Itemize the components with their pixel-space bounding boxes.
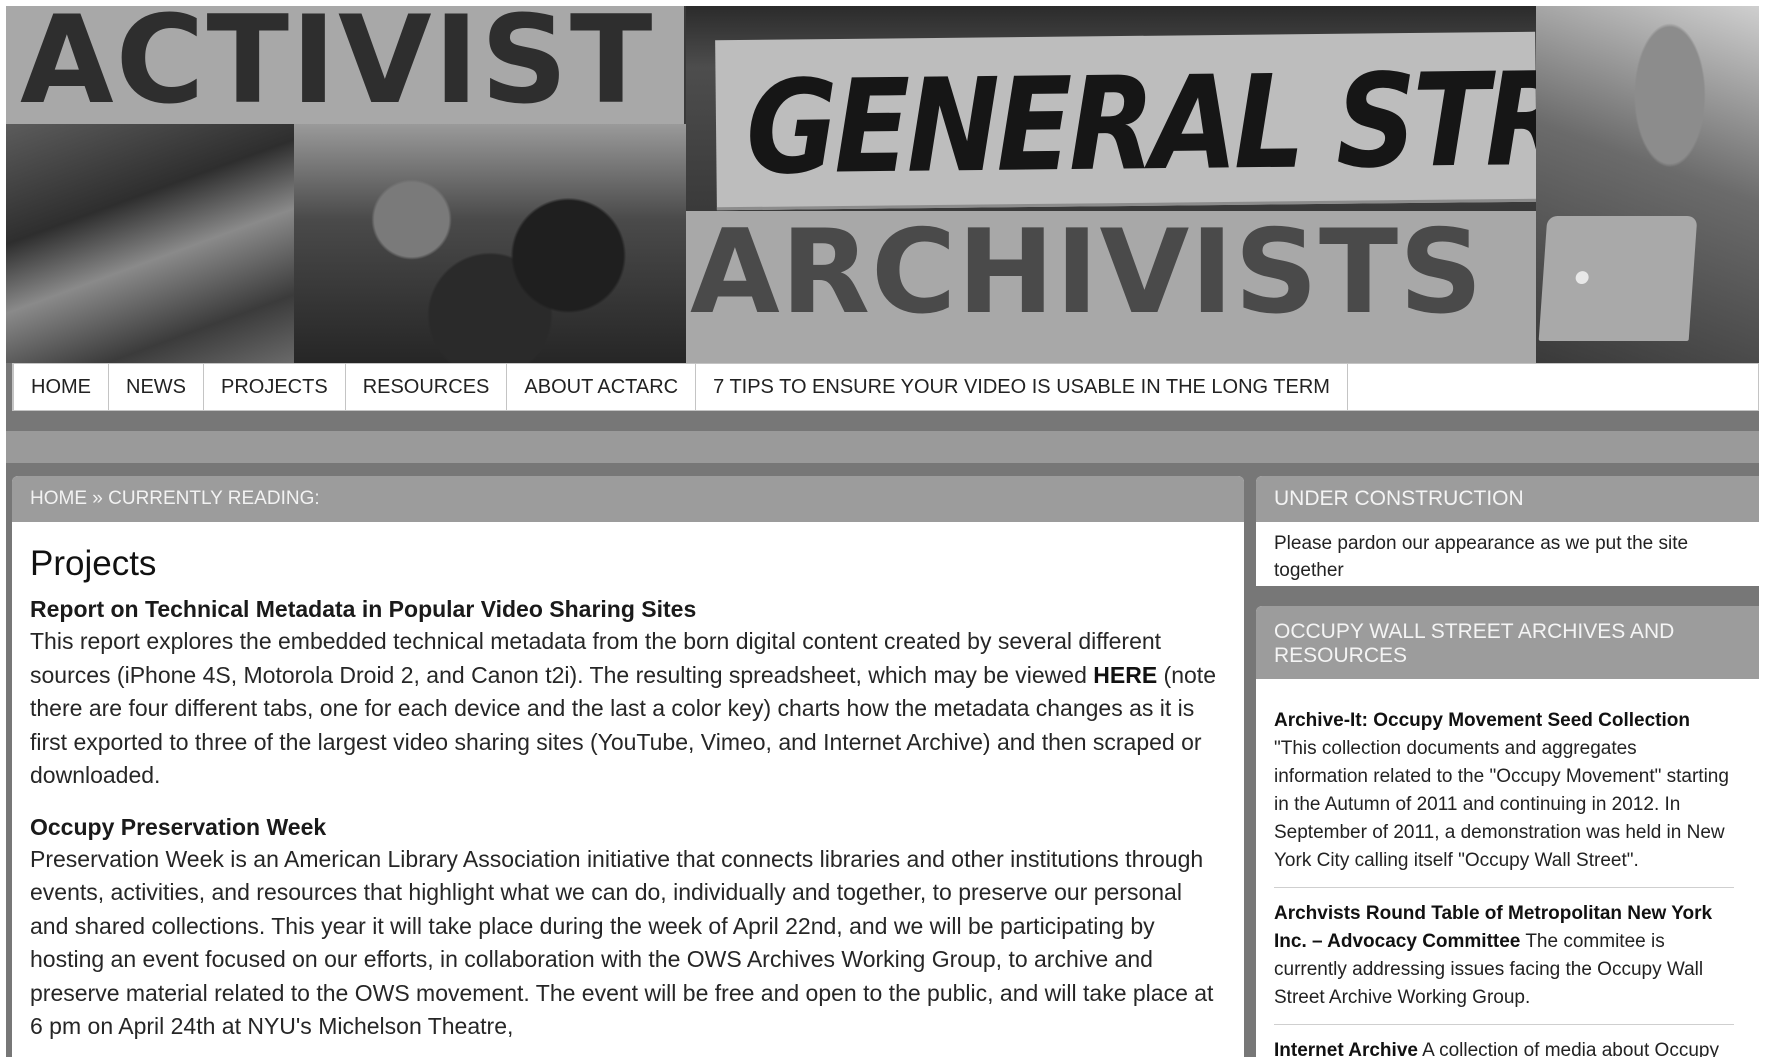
site-logo-activist-text: ACTIVIST bbox=[20, 6, 655, 131]
nav-item-projects[interactable]: PROJECTS bbox=[204, 364, 346, 410]
resource-link[interactable]: Internet Archive bbox=[1274, 1040, 1418, 1057]
main-content: HOME » CURRENTLY READING: Projects Repor… bbox=[12, 476, 1244, 1057]
resource-link[interactable]: Archive-It: Occupy Movement Seed Collect… bbox=[1274, 710, 1690, 731]
project-entry: Report on Technical Metadata in Popular … bbox=[30, 595, 1226, 792]
nav-item-video-tips[interactable]: 7 TIPS TO ENSURE YOUR VIDEO IS USABLE IN… bbox=[696, 364, 1348, 410]
project-description: Preservation Week is an American Library… bbox=[30, 845, 1214, 1040]
project-description: This report explores the embedded techni… bbox=[30, 625, 1226, 793]
resource-list: Archive-It: Occupy Movement Seed Collect… bbox=[1256, 679, 1759, 1057]
banner-photo-crowd bbox=[294, 124, 686, 363]
project-entry: Occupy Preservation Week Preservation We… bbox=[30, 813, 1226, 1044]
nav-item-news[interactable]: NEWS bbox=[109, 364, 204, 410]
nav-divider-strip bbox=[6, 431, 1759, 463]
nav-item-home[interactable]: HOME bbox=[13, 364, 109, 410]
article-body: Projects Report on Technical Metadata in… bbox=[12, 522, 1244, 1044]
site-logo-archivists: ARCHIVISTS bbox=[686, 211, 1536, 363]
site-logo-activist: ACTIVIST bbox=[6, 6, 684, 124]
under-construction-widget: UNDER CONSTRUCTION Please pardon our app… bbox=[1256, 476, 1759, 586]
project-title: Occupy Preservation Week bbox=[30, 813, 327, 840]
widget-text: Please pardon our appearance as we put t… bbox=[1274, 533, 1689, 581]
resource-description: "This collection documents and aggregate… bbox=[1274, 738, 1729, 871]
ows-resources-widget: OCCUPY WALL STREET ARCHIVES AND RESOURCE… bbox=[1256, 606, 1759, 1057]
breadcrumb-separator: » bbox=[87, 488, 109, 509]
here-link[interactable]: HERE bbox=[1093, 662, 1157, 688]
page-frame: GENERAL STRIKE! ACTIVIST ARCHIVISTS ● HO… bbox=[6, 6, 1759, 1057]
widget-title: UNDER CONSTRUCTION bbox=[1256, 476, 1759, 522]
nav-item-resources[interactable]: RESOURCES bbox=[346, 364, 508, 410]
list-item: Archive-It: Occupy Movement Seed Collect… bbox=[1274, 679, 1734, 888]
widget-title: OCCUPY WALL STREET ARCHIVES AND RESOURCE… bbox=[1256, 606, 1759, 679]
breadcrumb: HOME » CURRENTLY READING: bbox=[12, 476, 1244, 522]
list-item: Internet Archive A collection of media a… bbox=[1274, 1025, 1734, 1057]
breadcrumb-current: CURRENTLY READING: bbox=[108, 488, 320, 509]
laptop-image: ● bbox=[1538, 216, 1698, 341]
apple-logo-icon: ● bbox=[1571, 260, 1593, 293]
page-title: Projects bbox=[30, 544, 157, 583]
general-strike-sign: GENERAL STRIKE! bbox=[715, 31, 1759, 211]
list-item: Archvists Round Table of Metropolitan Ne… bbox=[1274, 888, 1734, 1025]
breadcrumb-home-link[interactable]: HOME bbox=[30, 488, 87, 510]
main-nav: HOME NEWS PROJECTS RESOURCES ABOUT ACTAR… bbox=[12, 363, 1759, 411]
header-banner[interactable]: GENERAL STRIKE! ACTIVIST ARCHIVISTS ● bbox=[6, 6, 1759, 363]
site-logo-archivists-text: ARCHIVISTS bbox=[690, 205, 1484, 340]
nav-item-about[interactable]: ABOUT ACTARC bbox=[507, 364, 697, 410]
project-title: Report on Technical Metadata in Popular … bbox=[30, 596, 697, 623]
project-description-text: This report explores the embedded techni… bbox=[30, 628, 1162, 688]
banner-photo-cameraman bbox=[6, 124, 296, 363]
